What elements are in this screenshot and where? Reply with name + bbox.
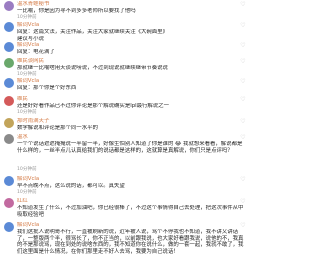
- comment-feed: 温水青蛙秘书 一比喻，你是因为寻不到多多老师所以要找了他吗 10分钟前 ♡ 解词…: [0, 0, 252, 259]
- comment-text: 我们这批人说明哥不行，一直被刷新的说，近年被人说，骂个不停我也不知道，我不讲又讲…: [17, 228, 244, 256]
- comment-item: 解词Vcla 早不点晚不点，这么说的话，都可以。真失望 10分钟前 ♡: [0, 176, 252, 196]
- username[interactable]: 温水: [17, 134, 28, 140]
- username[interactable]: 解词Vcla: [17, 222, 39, 228]
- avatar[interactable]: [4, 58, 14, 68]
- username[interactable]: 温水青蛙秘书: [17, 1, 49, 7]
- username[interactable]: 维民谈网民: [17, 58, 44, 64]
- comment-text: 一比喻，你是因为寻不到多多老师所以要找了他吗: [17, 7, 136, 14]
- comment-time: 10分钟前: [17, 14, 37, 20]
- comment-item: 红红 不知道发生了什么，不过加油吧，你已经很棒了，不过这个事情得自己去处理，把这…: [0, 198, 252, 220]
- comment-text: 一个个说话遮遮掩掩说一半留一半，好像生怕别人知道了你是谁的 😂 我就想来看看，解…: [17, 140, 243, 154]
- comment-time: 10分钟前: [17, 109, 37, 115]
- comment-item: 解词Vcla 我们这批人说明哥不行，一直被刷新的说，近年被人说，骂个不停我也不知…: [0, 222, 252, 259]
- comment-time: 10分钟前: [17, 189, 37, 195]
- avatar[interactable]: [4, 78, 14, 88]
- comment-item: 维民谈网民 那就继一比喻啥用天谈说唠说，不过到现说就继续继带节奏说说 10分钟前…: [0, 58, 252, 78]
- comment-text: 回复：那个你是个好东西: [17, 84, 77, 91]
- comment-item: 解词Vcla 回复：这篇文法，关注作品，关注大家就继续关注《大碗面里》 建议写小…: [0, 22, 252, 42]
- username[interactable]: 解词Vcla: [17, 176, 39, 182]
- heart-icon[interactable]: ♡: [240, 43, 246, 49]
- heart-icon[interactable]: ♡: [240, 97, 246, 103]
- username[interactable]: 维民: [17, 96, 28, 102]
- comment-text: 回复：电花满了: [17, 48, 55, 55]
- comment-text: 还是好好看作品已不过你评论是那个解说确实是lpl最行解说之一: [17, 102, 169, 109]
- avatar[interactable]: [4, 134, 14, 144]
- username[interactable]: 那时雨满天子: [17, 118, 49, 124]
- comment-text: 早不点晚不点，这么说的话，都可以。真失望: [17, 182, 125, 189]
- username[interactable]: 红红: [17, 198, 28, 204]
- comment-time: 10分钟前: [17, 71, 37, 77]
- comment-text: 数学解说和评论是那个同一水平的: [17, 124, 98, 131]
- comment-item: 解词Vcla 回复：电花满了 ♡: [0, 42, 252, 57]
- username[interactable]: 解词Vcla: [17, 22, 39, 28]
- comment-time: 10分钟前: [17, 166, 37, 172]
- comment-item: 温水 一个个说话遮遮掩掩说一半留一半，好像生怕别人知道了你是谁的 😂 我就想来看…: [0, 134, 252, 174]
- avatar[interactable]: [4, 96, 14, 106]
- avatar[interactable]: [4, 198, 14, 208]
- heart-icon[interactable]: ♡: [240, 199, 246, 205]
- heart-icon[interactable]: ♡: [240, 59, 246, 65]
- heart-icon[interactable]: ♡: [240, 2, 246, 8]
- username[interactable]: 解词Vcla: [17, 42, 39, 48]
- heart-icon[interactable]: ♡: [240, 135, 246, 141]
- avatar[interactable]: [4, 176, 14, 186]
- comment-text: 回复：这篇文法，关注作品，关注大家就继续关注《大碗面里》: [17, 28, 168, 35]
- avatar[interactable]: [4, 118, 14, 128]
- heart-icon[interactable]: ♡: [240, 177, 246, 183]
- comment-item: 温水青蛙秘书 一比喻，你是因为寻不到多多老师所以要找了他吗 10分钟前 ♡: [0, 1, 252, 21]
- comment-text: 那就继一比喻啥用天谈说唠说，不过到现说就继续继带节奏说说: [17, 64, 168, 71]
- avatar[interactable]: [4, 222, 14, 232]
- heart-icon[interactable]: ♡: [240, 79, 246, 85]
- comment-item: 那时雨满天子 数学解说和评论是那个同一水平的 ♡: [0, 118, 252, 133]
- heart-icon[interactable]: ♡: [240, 223, 246, 229]
- username[interactable]: 解词Vcla: [17, 78, 39, 84]
- comment-item: 解词Vcla 回复：那个你是个好东西 ♡: [0, 78, 252, 95]
- avatar[interactable]: [4, 42, 14, 52]
- avatar[interactable]: [4, 22, 14, 32]
- comment-item: 维民 还是好好看作品已不过你评论是那个解说确实是lpl最行解说之一 10分钟前 …: [0, 96, 252, 117]
- comment-text: 不知道发生了什么，不过加油吧，你已经很棒了，不过这个事情得自己去处理，把这次事件…: [17, 204, 244, 218]
- avatar[interactable]: [4, 1, 14, 11]
- heart-icon[interactable]: ♡: [240, 23, 246, 29]
- heart-icon[interactable]: ♡: [240, 119, 246, 125]
